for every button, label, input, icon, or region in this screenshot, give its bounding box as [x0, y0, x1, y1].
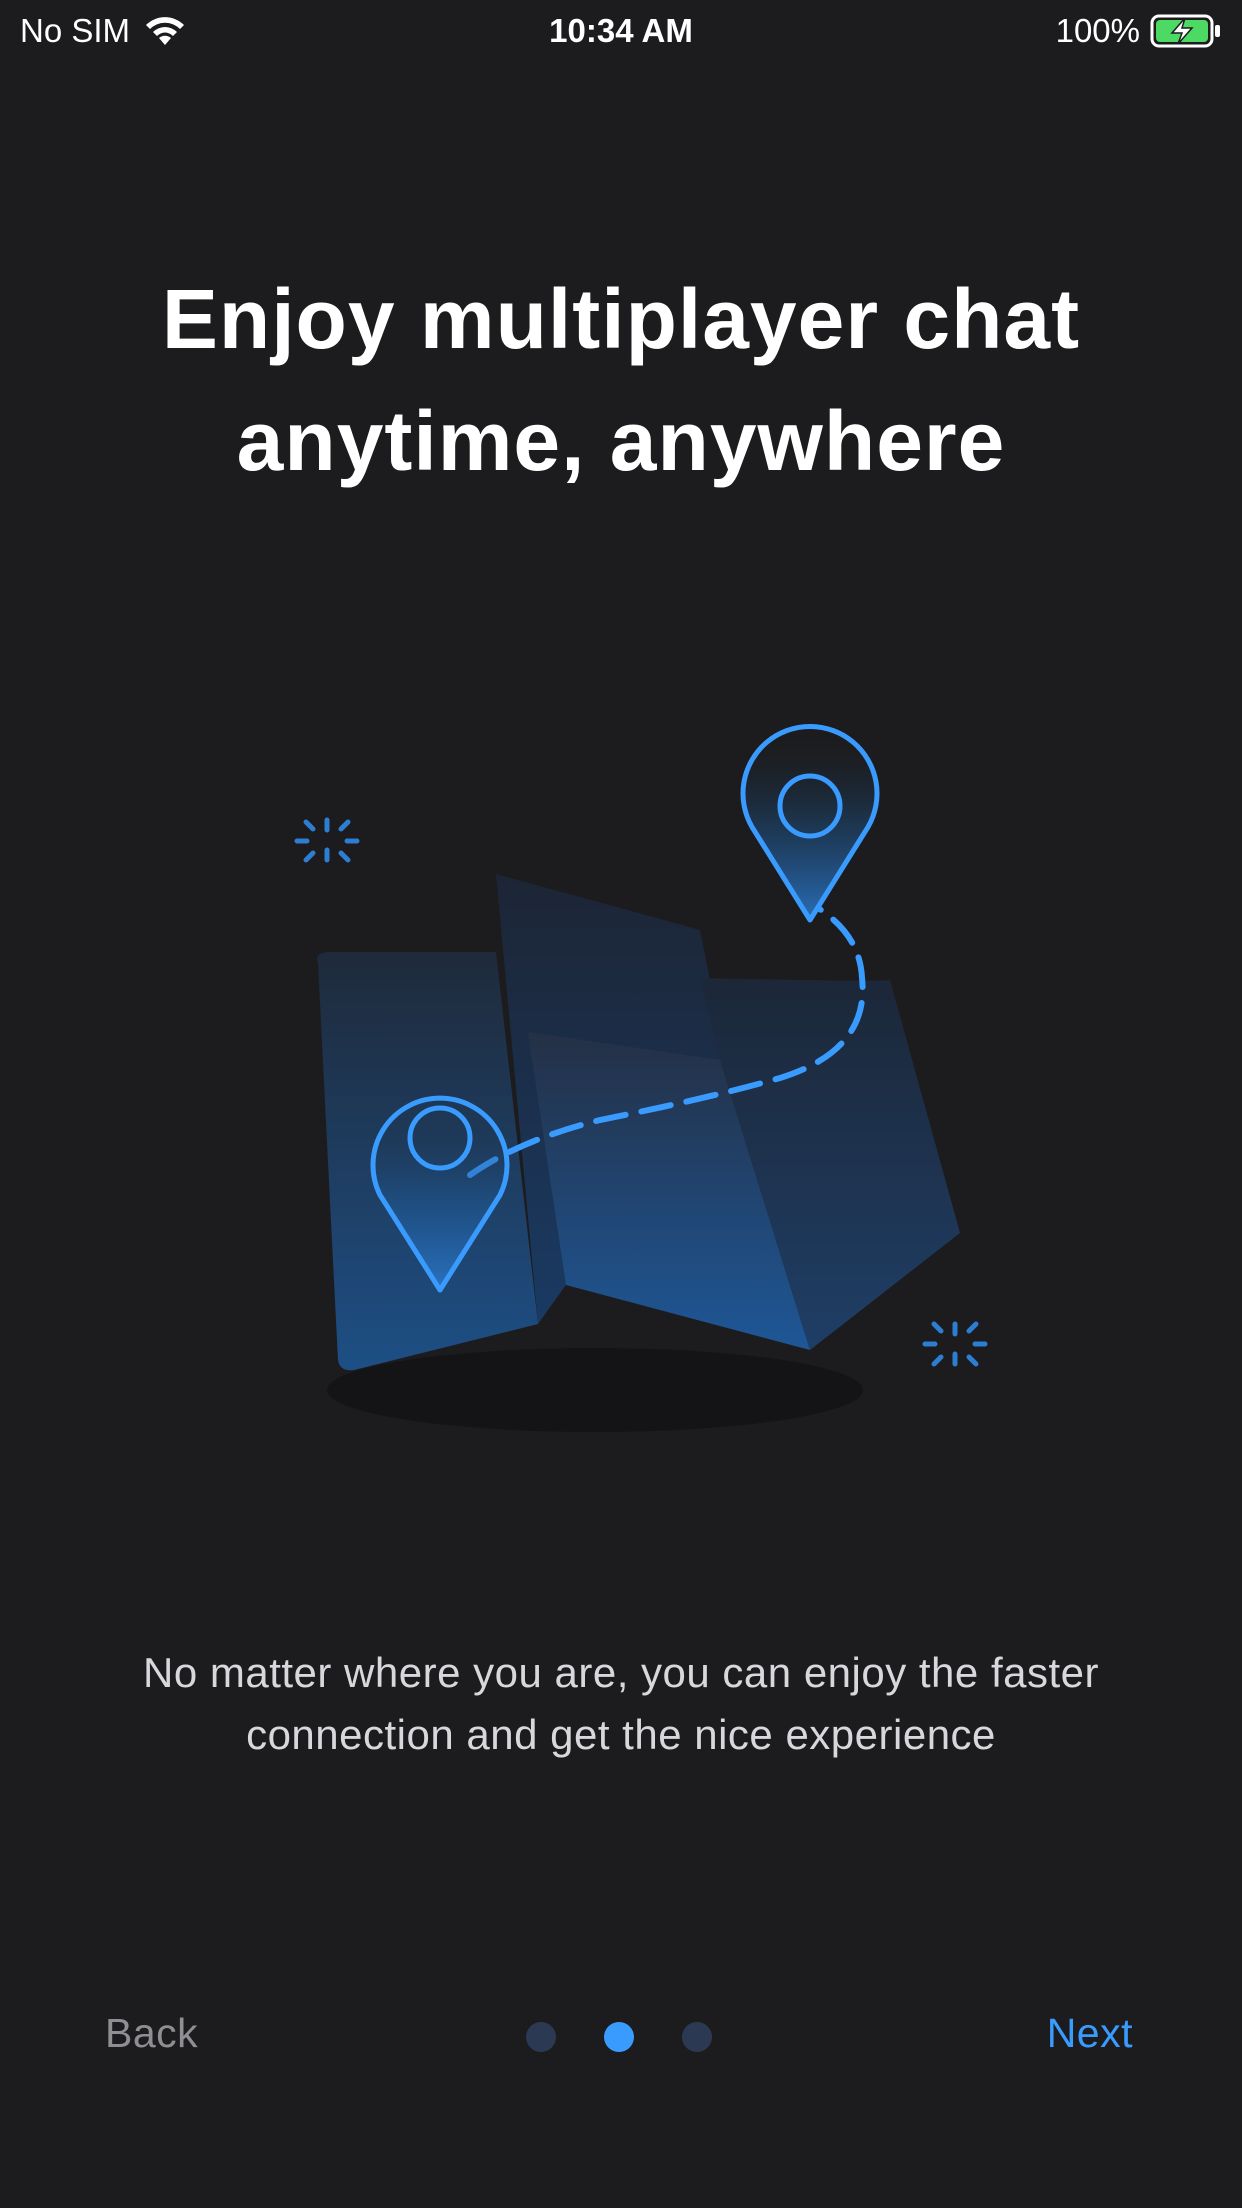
- status-bar: No SIM 10:34 AM 100%: [0, 0, 1242, 64]
- page-dot-3[interactable]: [682, 2022, 712, 2052]
- page-indicator[interactable]: [526, 2022, 712, 2052]
- description-line-2: connection and get the nice experience: [246, 1711, 996, 1758]
- battery-charging-icon: [1150, 14, 1220, 48]
- page-title: Enjoy multiplayer chat anytime, anywhere: [60, 258, 1182, 502]
- page-dot-1[interactable]: [526, 2022, 556, 2052]
- sparkle-top-left: [294, 817, 360, 863]
- status-right: 100%: [1056, 12, 1222, 50]
- map-location-pins-icon: [294, 723, 988, 1432]
- sparkle-bottom-right: [922, 1321, 988, 1367]
- battery-percent: 100%: [1055, 12, 1140, 49]
- title-line-2: anytime, anywhere: [236, 394, 1006, 488]
- next-button[interactable]: Next: [1047, 2010, 1133, 2057]
- back-button[interactable]: Back: [105, 2010, 198, 2057]
- map-shadow: [327, 1348, 863, 1432]
- onboarding-description: No matter where you are, you can enjoy t…: [40, 1642, 1202, 1766]
- page-dot-2-active[interactable]: [604, 2022, 634, 2052]
- pin-right: [740, 723, 880, 923]
- description-line-1: No matter where you are, you can enjoy t…: [143, 1649, 1099, 1696]
- title-line-1: Enjoy multiplayer chat: [161, 272, 1081, 366]
